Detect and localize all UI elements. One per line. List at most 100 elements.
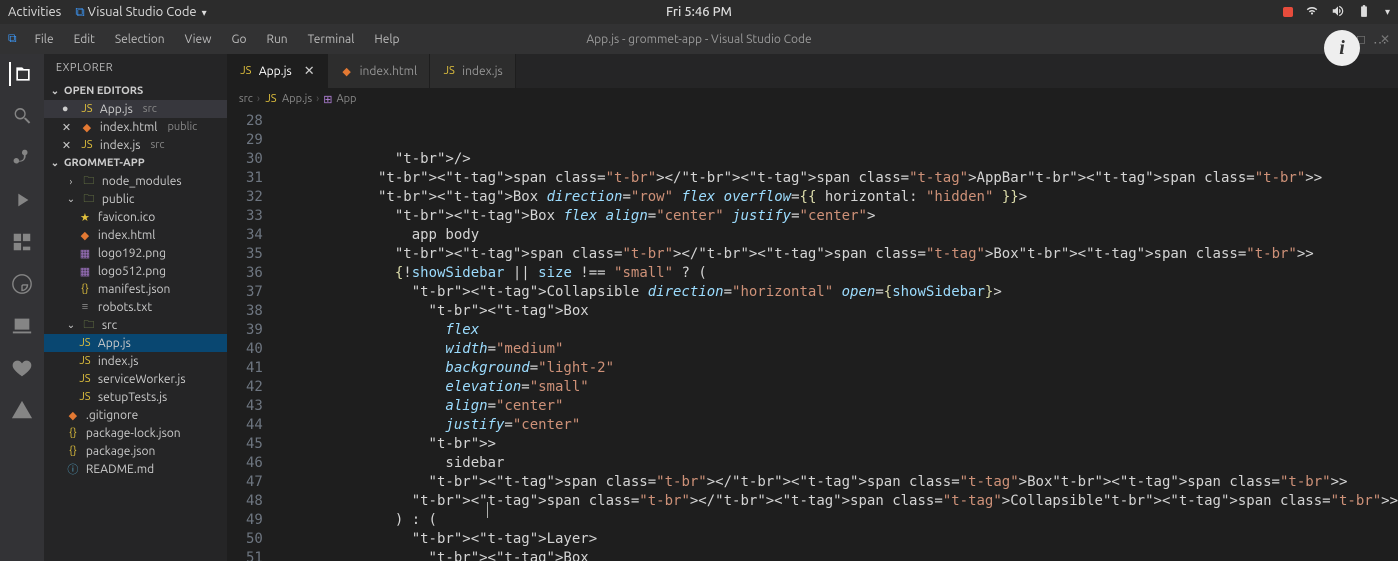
breadcrumb-item[interactable]: JSApp.js <box>264 92 312 106</box>
code-content[interactable]: "t-br">/> "t-br"><"t-tag">span class="t-… <box>277 110 1398 561</box>
code-line[interactable]: "t-br"><"t-tag">span class="t-br"></"t-b… <box>277 245 1398 264</box>
code-line[interactable]: "t-br"><"t-tag">Layer> <box>277 530 1398 549</box>
code-line[interactable]: justify="center" <box>277 416 1398 435</box>
json-icon: {} <box>66 426 80 440</box>
tree-item-label: favicon.ico <box>98 211 155 224</box>
code-line[interactable]: ) : ( <box>277 511 1398 530</box>
tree-item-label: README.md <box>86 463 154 476</box>
editor-tab[interactable]: JSindex.js <box>430 54 516 88</box>
code-line[interactable]: background="light-2" <box>277 359 1398 378</box>
code-line[interactable]: "t-br"><"t-tag">Collapsible direction="h… <box>277 283 1398 302</box>
menu-terminal[interactable]: Terminal <box>300 29 363 50</box>
code-line[interactable]: "t-br">> <box>277 435 1398 454</box>
folder-root-header[interactable]: ⌄ GROMMET-APP <box>44 154 227 172</box>
app-indicator[interactable]: ⧉ Visual Studio Code ▾ <box>75 5 206 20</box>
editor-group: JSApp.js✕◆index.htmlJSindex.js src›JSApp… <box>227 54 1398 561</box>
wifi-icon[interactable] <box>1305 4 1319 21</box>
code-line[interactable]: {!showSidebar || size !== "small" ? ( <box>277 264 1398 283</box>
menu-selection[interactable]: Selection <box>107 29 173 50</box>
file-item[interactable]: JSsetupTests.js <box>44 388 227 406</box>
open-editors-header[interactable]: ⌄ OPEN EDITORS <box>44 82 227 100</box>
editor-tab[interactable]: JSApp.js✕ <box>227 54 328 88</box>
menu-run[interactable]: Run <box>258 29 295 50</box>
file-item[interactable]: ◆.gitignore <box>44 406 227 424</box>
activities-button[interactable]: Activities <box>8 5 61 19</box>
editor-tab[interactable]: ◆index.html <box>328 54 431 88</box>
screen-record-icon[interactable] <box>1283 7 1293 17</box>
code-line[interactable]: "t-br"><"t-tag">span class="t-br"></"t-b… <box>277 492 1398 511</box>
search-activity[interactable] <box>10 104 34 128</box>
warning-activity[interactable] <box>10 398 34 422</box>
tree-item-label: robots.txt <box>98 301 152 314</box>
file-item[interactable]: ▦logo512.png <box>44 262 227 280</box>
file-item[interactable]: {}package.json <box>44 442 227 460</box>
folder-item[interactable]: ⌄🗀src <box>44 316 227 334</box>
open-editor-item[interactable]: ✕◆index.htmlpublic <box>44 118 227 136</box>
os-clock[interactable]: Fri 5:46 PM <box>666 5 732 19</box>
code-line[interactable]: "t-br"><"t-tag">Box <box>277 549 1398 561</box>
heart-activity[interactable] <box>10 356 34 380</box>
close-icon[interactable]: ✕ <box>304 64 315 79</box>
folder-icon: 🗀 <box>82 318 96 332</box>
open-editor-item[interactable]: ✕JSindex.jssrc <box>44 136 227 154</box>
code-line[interactable]: "t-br"><"t-tag">span class="t-br"></"t-b… <box>277 169 1398 188</box>
code-line[interactable]: "t-br"><"t-tag">span class="t-br"></"t-b… <box>277 473 1398 492</box>
file-item[interactable]: ▦logo192.png <box>44 244 227 262</box>
file-item[interactable]: JSApp.js <box>44 334 227 352</box>
run-debug-activity[interactable] <box>10 188 34 212</box>
code-line[interactable]: app body <box>277 226 1398 245</box>
menu-file[interactable]: File <box>27 29 62 50</box>
code-editor[interactable]: 2829303132333435363738394041424344454647… <box>227 110 1398 561</box>
folder-item[interactable]: ⌄🗀public <box>44 190 227 208</box>
open-editor-item[interactable]: ●JSApp.jssrc <box>44 100 227 118</box>
file-item[interactable]: JSserviceWorker.js <box>44 370 227 388</box>
battery-icon[interactable] <box>1357 4 1371 21</box>
tree-item-label: node_modules <box>102 175 182 188</box>
explorer-activity[interactable] <box>9 62 33 86</box>
menu-go[interactable]: Go <box>223 29 254 50</box>
code-line[interactable]: "t-br"><"t-tag">Box direction="row" flex… <box>277 188 1398 207</box>
code-line[interactable]: align="center" <box>277 397 1398 416</box>
menu-help[interactable]: Help <box>366 29 407 50</box>
remote-activity[interactable] <box>10 314 34 338</box>
code-line[interactable]: "t-br"><"t-tag">Box flex align="center" … <box>277 207 1398 226</box>
code-line[interactable]: elevation="small" <box>277 378 1398 397</box>
editor-overflow-icon[interactable]: ⋯ <box>1373 34 1388 51</box>
menu-view[interactable]: View <box>177 29 220 50</box>
dirty-dot-icon[interactable]: ● <box>62 103 74 115</box>
breadcrumb-item[interactable]: src <box>239 93 253 105</box>
code-line[interactable]: "t-br"><"t-tag">Box <box>277 302 1398 321</box>
close-icon[interactable]: ✕ <box>62 121 74 134</box>
extensions-activity[interactable] <box>10 230 34 254</box>
file-item[interactable]: {}manifest.json <box>44 280 227 298</box>
code-line[interactable]: flex <box>277 321 1398 340</box>
code-line[interactable]: sidebar <box>277 454 1398 473</box>
tree-item-label: src <box>102 319 117 332</box>
js-icon: JS <box>78 372 92 386</box>
source-control-activity[interactable] <box>10 146 34 170</box>
os-top-bar: Activities ⧉ Visual Studio Code ▾ Fri 5:… <box>0 0 1398 24</box>
perf-activity[interactable] <box>10 272 34 296</box>
file-item[interactable]: ≡robots.txt <box>44 298 227 316</box>
app-indicator-label: Visual Studio Code <box>88 5 197 19</box>
file-item[interactable]: {}package-lock.json <box>44 424 227 442</box>
code-line[interactable]: "t-br">/> <box>277 150 1398 169</box>
tree-item-label: .gitignore <box>86 409 138 422</box>
html-icon: ◆ <box>340 64 354 78</box>
file-item[interactable]: JSindex.js <box>44 352 227 370</box>
file-dir: src <box>143 103 157 115</box>
system-menu-icon[interactable]: ▾ <box>1385 6 1390 18</box>
breadcrumb[interactable]: src›JSApp.js›⊞App <box>227 88 1398 110</box>
volume-icon[interactable] <box>1331 4 1345 21</box>
file-item[interactable]: ⓘREADME.md <box>44 460 227 478</box>
vscode-logo-icon: ⧉ <box>8 32 17 46</box>
breadcrumb-item[interactable]: ⊞App <box>323 93 356 106</box>
menu-edit[interactable]: Edit <box>66 29 103 50</box>
code-line[interactable]: width="medium" <box>277 340 1398 359</box>
file-item[interactable]: ◆index.html <box>44 226 227 244</box>
js-icon: JS <box>442 64 456 78</box>
folder-item[interactable]: ›🗀node_modules <box>44 172 227 190</box>
close-icon[interactable]: ✕ <box>62 139 74 152</box>
file-item[interactable]: ★favicon.ico <box>44 208 227 226</box>
tree-item-label: setupTests.js <box>98 391 167 404</box>
